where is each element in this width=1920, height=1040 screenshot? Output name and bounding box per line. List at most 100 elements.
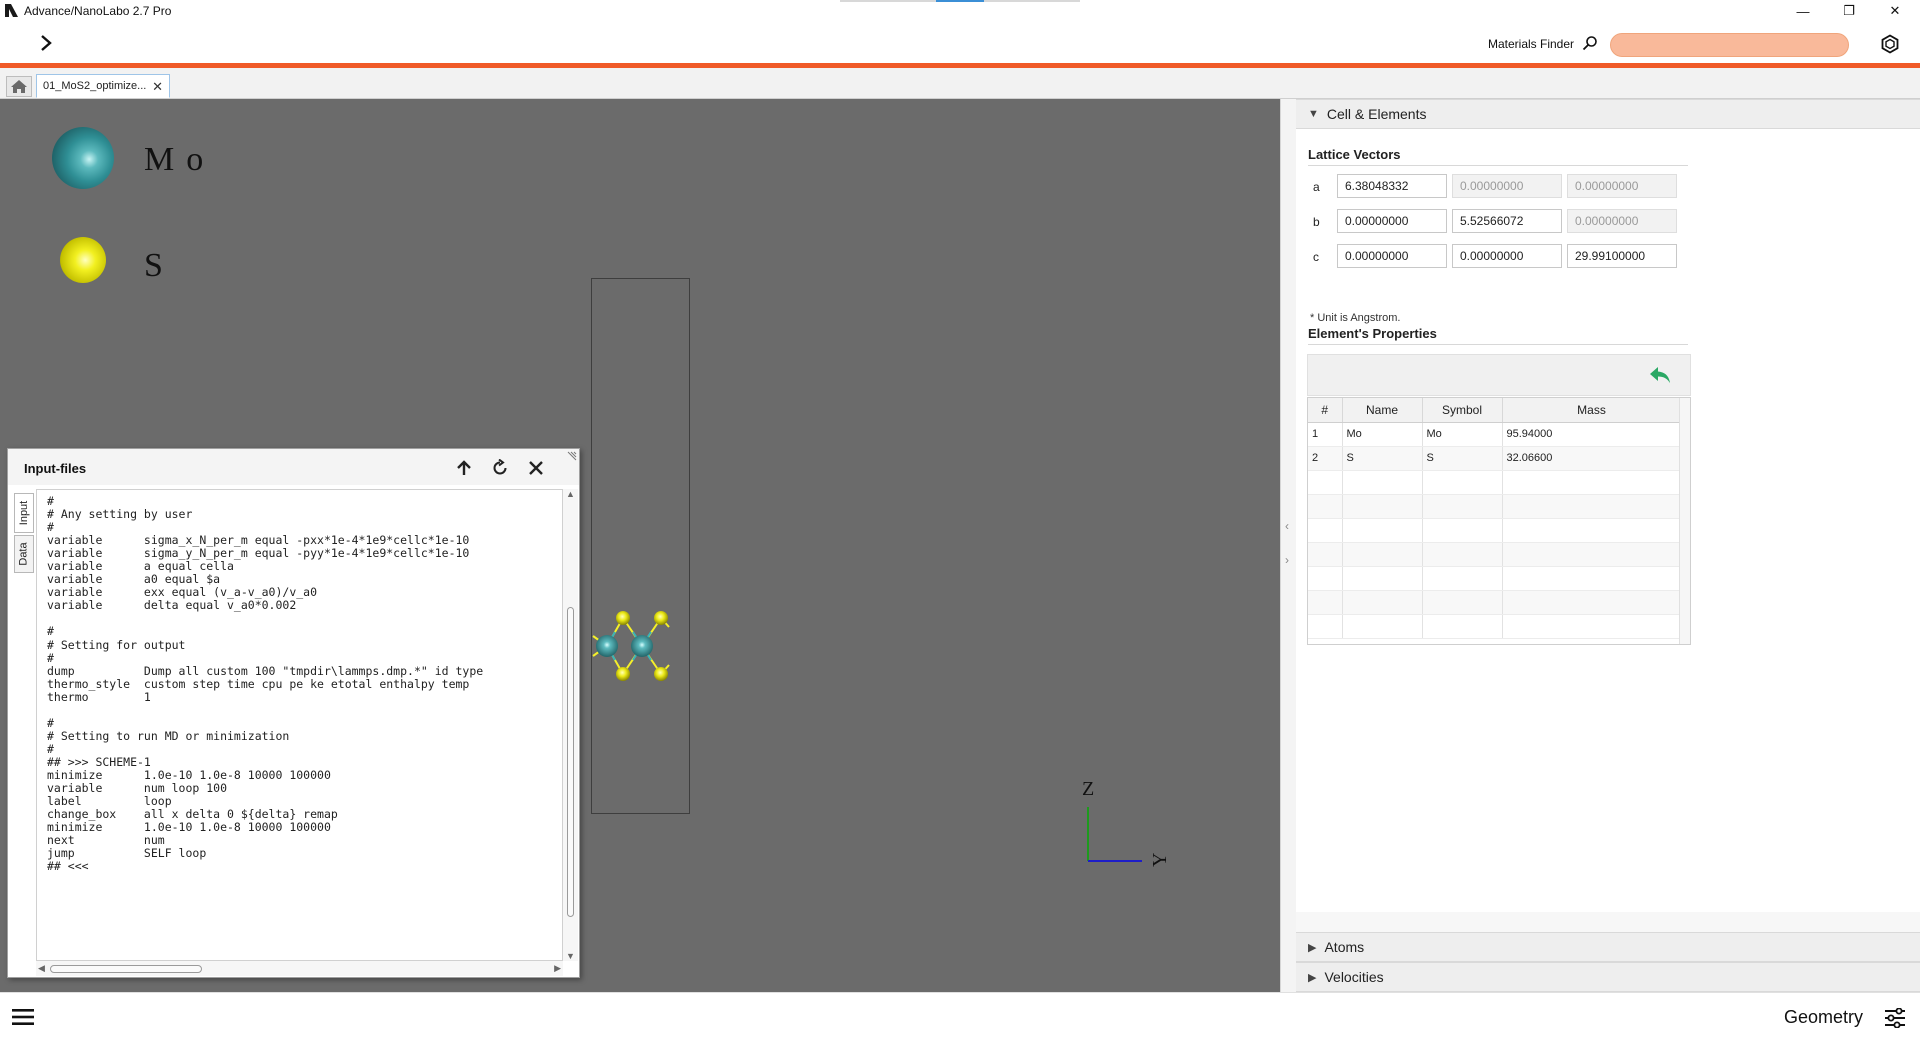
table-cell: S: [1422, 446, 1503, 471]
bottom-bar: Geometry: [0, 992, 1920, 1040]
table-cell: [1502, 470, 1682, 495]
table-cell: [1308, 470, 1343, 495]
close-window-button[interactable]: ✕: [1872, 0, 1918, 22]
lattice-a-x-field[interactable]: [1337, 174, 1447, 198]
legend-s-atom: [60, 237, 106, 283]
empty-table-row[interactable]: [1308, 542, 1682, 567]
lattice-vectors-heading: Lattice Vectors: [1308, 147, 1401, 162]
home-tab[interactable]: [6, 76, 32, 97]
empty-table-row[interactable]: [1308, 614, 1682, 639]
collapse-right-icon[interactable]: ›: [1285, 553, 1289, 567]
empty-table-row[interactable]: [1308, 518, 1682, 543]
lattice-c-label: c: [1313, 250, 1319, 264]
lattice-c-y-field[interactable]: [1452, 244, 1562, 268]
arrow-up-icon: [457, 460, 471, 475]
cell-elements-body: Lattice Vectors a b c * Unit is Angstrom…: [1296, 129, 1920, 912]
scroll-up-icon[interactable]: ▲: [566, 489, 575, 499]
resize-grip-icon[interactable]: [567, 451, 577, 461]
chevron-right-icon[interactable]: [38, 34, 54, 52]
table-cell: [1502, 542, 1682, 567]
arrow-up-button[interactable]: [452, 457, 476, 479]
horizontal-scroll-thumb[interactable]: [50, 965, 202, 973]
scroll-down-icon[interactable]: ▼: [566, 951, 575, 961]
column-header[interactable]: #: [1308, 398, 1343, 423]
title-bar: Advance/NanoLabo 2.7 Pro — ❐ ✕: [0, 0, 1920, 22]
lattice-c-z-field[interactable]: [1567, 244, 1677, 268]
table-cell: [1502, 614, 1682, 639]
reload-button[interactable]: [488, 457, 512, 479]
triangle-down-icon: ▼: [1308, 108, 1319, 120]
triangle-right-icon: ▶: [1308, 941, 1317, 954]
hexagon-settings-icon[interactable]: [1880, 34, 1900, 54]
mos2-structure[interactable]: [585, 599, 685, 689]
horizontal-scrollbar[interactable]: ◀ ▶: [36, 961, 563, 976]
input-code-editor[interactable]: # # Any setting by user # variable sigma_x_…: [36, 489, 563, 961]
column-header[interactable]: Symbol: [1422, 398, 1503, 423]
table-cell: [1308, 614, 1343, 639]
geometry-mode-label[interactable]: Geometry: [1784, 1007, 1863, 1028]
axis-z-label: Z: [1082, 778, 1094, 800]
sliders-icon[interactable]: [1884, 1008, 1906, 1028]
side-tab-input[interactable]: Input: [14, 493, 34, 533]
side-tab-data[interactable]: Data: [14, 535, 34, 573]
app-logo-icon: [5, 4, 18, 17]
empty-table-row[interactable]: [1308, 494, 1682, 519]
legend-mo-label: Mo: [144, 141, 216, 178]
scroll-right-icon[interactable]: ▶: [554, 963, 561, 974]
lattice-b-x-field[interactable]: [1337, 209, 1447, 233]
file-tab-label: 01_MoS2_optimize...: [43, 80, 147, 92]
hamburger-menu-icon[interactable]: [12, 1008, 34, 1026]
table-cell: 2: [1308, 446, 1343, 471]
velocities-section-header[interactable]: ▶ Velocities: [1296, 962, 1920, 992]
table-cell: [1422, 542, 1503, 567]
restore-button[interactable]: ❐: [1826, 0, 1872, 22]
table-row[interactable]: 1 Mo Mo 95.94000: [1308, 422, 1682, 447]
code-line: variable delta equal v_a0*0.002: [47, 598, 297, 613]
code-line: dump Dump all custom 100 "tmpdir\lammps.…: [47, 663, 484, 678]
undo-icon[interactable]: [1648, 365, 1672, 385]
lattice-c-x-field[interactable]: [1337, 244, 1447, 268]
search-icon[interactable]: [1582, 35, 1598, 51]
vertical-scroll-thumb[interactable]: [567, 607, 574, 917]
code-line: jump SELF loop: [47, 846, 207, 861]
lattice-b-y-field[interactable]: [1452, 209, 1562, 233]
input-side-tabs: Input Data: [14, 493, 34, 973]
close-tab-icon[interactable]: ✕: [152, 79, 163, 95]
element-properties-table: # Name Symbol Mass 1 Mo Mo 95.94000 2 S …: [1307, 397, 1691, 645]
materials-finder-label: Materials Finder: [1488, 37, 1575, 51]
code-line: variable sigma_y_N_per_m equal -pyy*1e-4…: [47, 546, 470, 561]
table-cell: [1502, 590, 1682, 615]
axes-indicator: Z Y: [1082, 778, 1171, 867]
table-cell: S: [1342, 446, 1423, 471]
cell-elements-header[interactable]: ▼ Cell & Elements: [1296, 99, 1920, 129]
close-panel-button[interactable]: [524, 457, 548, 479]
atoms-section-header[interactable]: ▶ Atoms: [1296, 932, 1920, 962]
lattice-a-label: a: [1313, 180, 1320, 194]
code-line: # Setting to run MD or minimization: [47, 728, 290, 743]
vertical-scrollbar[interactable]: ▲ ▼: [563, 489, 578, 961]
table-row[interactable]: 2 S S 32.06600: [1308, 446, 1682, 471]
lattice-b-label: b: [1313, 215, 1320, 229]
table-cell: [1342, 470, 1423, 495]
materials-finder-input[interactable]: [1610, 33, 1849, 57]
column-header[interactable]: Name: [1342, 398, 1423, 423]
collapse-left-icon[interactable]: ‹: [1285, 519, 1289, 533]
element-properties-heading: Element's Properties: [1308, 326, 1437, 341]
code-line: # Setting for output: [47, 637, 186, 652]
empty-table-row[interactable]: [1308, 590, 1682, 615]
lattice-a-z-field: [1567, 174, 1677, 198]
empty-table-row[interactable]: [1308, 470, 1682, 495]
triangle-right-icon: ▶: [1308, 971, 1317, 984]
empty-table-row[interactable]: [1308, 566, 1682, 591]
minimize-button[interactable]: —: [1780, 0, 1826, 22]
code-line: change_box all x delta 0 ${delta} remap: [47, 807, 338, 822]
column-header[interactable]: Mass: [1502, 398, 1682, 423]
scroll-left-icon[interactable]: ◀: [38, 963, 45, 974]
divider: [1308, 344, 1688, 345]
table-cell: [1342, 566, 1423, 591]
table-scrollbar[interactable]: [1679, 398, 1690, 644]
panel-splitter[interactable]: ‹ ›: [1280, 99, 1296, 992]
code-line: minimize 1.0e-10 1.0e-8 10000 100000: [47, 767, 331, 782]
file-tab[interactable]: 01_MoS2_optimize... ✕: [36, 74, 170, 98]
input-files-header[interactable]: Input-files: [8, 449, 579, 485]
